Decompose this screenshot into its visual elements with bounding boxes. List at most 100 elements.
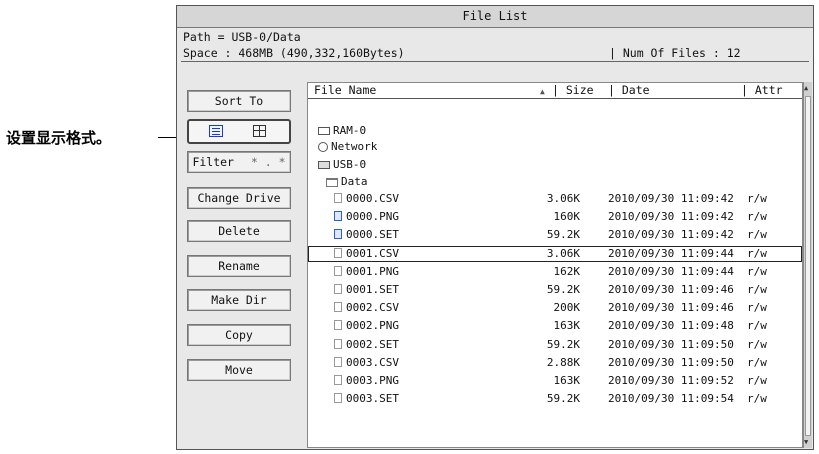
delete-button[interactable]: Delete: [187, 220, 291, 242]
file-size-cell: 3.06K: [546, 246, 580, 260]
file-attr-cell: r/w: [747, 301, 767, 315]
file-attr-cell: r/w: [747, 228, 767, 242]
list-view-icon[interactable]: [209, 125, 223, 137]
file-icon: [334, 211, 342, 222]
drive-icon: [318, 127, 330, 135]
file-name-text: 0000.SET: [346, 228, 399, 242]
move-button[interactable]: Move: [187, 359, 291, 381]
file-attr-cell: r/w: [747, 192, 767, 205]
file-name-cell: 0002.CSV: [334, 301, 399, 314]
file-row[interactable]: 0002.PNG 163K 2010/09/30 11:09:48 r/w: [308, 318, 802, 334]
change-drive-button[interactable]: Change Drive: [187, 187, 291, 209]
sort-indicator-icon: ▲: [540, 87, 545, 96]
file-row[interactable]: 0001.SET 59.2K 2010/09/30 11:09:46 r/w: [308, 282, 802, 298]
file-date-cell: 2010/09/30 11:09:44: [608, 246, 734, 260]
file-size-cell: 3.06K: [546, 192, 580, 205]
file-icon: [334, 375, 342, 385]
path-label: Path = USB-0/Data: [183, 30, 301, 44]
file-name-cell: 0001.CSV: [334, 247, 399, 260]
file-date-cell: 2010/09/30 11:09:48: [608, 319, 734, 333]
file-attr-cell: r/w: [747, 210, 767, 224]
file-name-text: 0001.CSV: [346, 246, 399, 260]
file-icon: [334, 393, 342, 404]
info-divider: [181, 61, 809, 62]
title-bar: File List: [177, 6, 813, 28]
make-dir-button[interactable]: Make Dir: [187, 289, 291, 311]
column-header-date[interactable]: | Date: [608, 83, 650, 97]
file-date-cell: 2010/09/30 11:09:44: [608, 264, 734, 278]
file-name-text: 0002.SET: [346, 337, 399, 351]
tree-item-label: RAM-0: [333, 124, 367, 137]
annotation-label: 设置显示格式。: [6, 129, 112, 147]
column-header-attr[interactable]: | Attr: [741, 83, 783, 97]
sort-button[interactable]: Sort To: [187, 90, 291, 112]
file-name-text: 0002.PNG: [346, 319, 399, 333]
file-attr-cell: r/w: [747, 392, 767, 406]
folder-icon: [326, 177, 338, 187]
file-name-text: 0002.CSV: [346, 301, 399, 315]
file-row[interactable]: 0001.PNG 162K 2010/09/30 11:09:44 r/w: [308, 264, 802, 280]
file-size-cell: 162K: [553, 264, 581, 278]
file-icon: [334, 320, 342, 331]
file-name-text: 0001.SET: [346, 283, 399, 296]
file-name-text: 0000.CSV: [346, 192, 399, 205]
file-row[interactable]: 0003.SET 59.2K 2010/09/30 11:09:54 r/w: [308, 391, 802, 407]
file-row[interactable]: 0000.CSV 3.06K 2010/09/30 11:09:42 r/w: [308, 191, 802, 207]
scroll-up-arrow-icon[interactable]: ▲: [804, 84, 808, 92]
file-date-cell: 2010/09/30 11:09:50: [608, 355, 734, 369]
filter-button[interactable]: Filter * . *: [187, 151, 291, 173]
tree-item-usb-0[interactable]: USB-0: [318, 158, 366, 171]
file-list-panel: File Name ▲ | Size | Date | Attr RAM-0 N…: [307, 82, 803, 448]
file-row[interactable]: 0003.PNG 163K 2010/09/30 11:09:52 r/w: [308, 373, 802, 389]
file-name-text: 0003.SET: [346, 392, 399, 406]
tree-item-data-folder[interactable]: Data: [326, 175, 368, 188]
scroll-thumb[interactable]: [805, 96, 811, 436]
file-row[interactable]: 0002.CSV 200K 2010/09/30 11:09:46 r/w: [308, 300, 802, 316]
file-row[interactable]: 0002.SET 59.2K 2010/09/30 11:09:50 r/w: [308, 337, 802, 353]
file-name-text: 0000.PNG: [346, 210, 399, 224]
scroll-down-arrow-icon[interactable]: ▼: [804, 438, 808, 446]
num-files-label: | Num Of Files : 12: [609, 46, 741, 60]
header-divider: [308, 98, 802, 99]
file-attr-cell: r/w: [747, 246, 767, 260]
filter-label: Filter: [192, 155, 234, 169]
rename-button[interactable]: Rename: [187, 255, 291, 277]
file-date-cell: 2010/09/30 11:09:46: [608, 301, 734, 315]
file-name-text: 0003.CSV: [346, 355, 399, 369]
tree-item-label: USB-0: [333, 158, 367, 171]
vertical-scrollbar[interactable]: ▲ ▼: [803, 82, 812, 448]
grid-view-icon[interactable]: [253, 125, 266, 137]
file-date-cell: 2010/09/30 11:09:46: [608, 283, 734, 296]
file-name-cell: 0001.PNG: [334, 265, 399, 278]
file-row[interactable]: 0001.CSV 3.06K 2010/09/30 11:09:44 r/w: [308, 245, 802, 262]
file-icon: [334, 193, 342, 203]
file-name-cell: 0003.CSV: [334, 356, 399, 369]
column-header-size[interactable]: | Size: [552, 83, 594, 97]
file-name-cell: 0002.SET: [334, 338, 399, 351]
column-header-name[interactable]: File Name: [314, 83, 376, 97]
tree-item-ram-0[interactable]: RAM-0: [318, 124, 366, 137]
file-icon: [334, 284, 342, 294]
file-row[interactable]: 0003.CSV 2.88K 2010/09/30 11:09:50 r/w: [308, 355, 802, 371]
file-icon: [334, 265, 342, 276]
view-format-toggle[interactable]: [187, 119, 291, 144]
file-row[interactable]: 0000.PNG 160K 2010/09/30 11:09:42 r/w: [308, 209, 802, 225]
copy-button[interactable]: Copy: [187, 324, 291, 346]
file-date-cell: 2010/09/30 11:09:42: [608, 192, 734, 205]
file-size-cell: 59.2K: [546, 283, 580, 296]
file-row[interactable]: 0000.SET 59.2K 2010/09/30 11:09:42 r/w: [308, 227, 802, 243]
file-icon: [334, 338, 342, 349]
file-icon: [334, 356, 342, 367]
file-name-cell: 0000.SET: [334, 228, 399, 241]
usb-drive-icon: [318, 161, 330, 169]
file-date-cell: 2010/09/30 11:09:50: [608, 337, 734, 351]
file-size-cell: 200K: [553, 301, 581, 315]
file-icon: [334, 229, 342, 240]
file-attr-cell: r/w: [747, 355, 767, 369]
tree-item-network[interactable]: Network: [318, 140, 377, 153]
file-list-window: File List Path = USB-0/Data Space : 468M…: [176, 5, 814, 450]
file-name-cell: 0002.PNG: [334, 319, 399, 332]
window-title: File List: [462, 9, 528, 23]
file-attr-cell: r/w: [747, 264, 767, 278]
network-icon: [318, 142, 328, 152]
